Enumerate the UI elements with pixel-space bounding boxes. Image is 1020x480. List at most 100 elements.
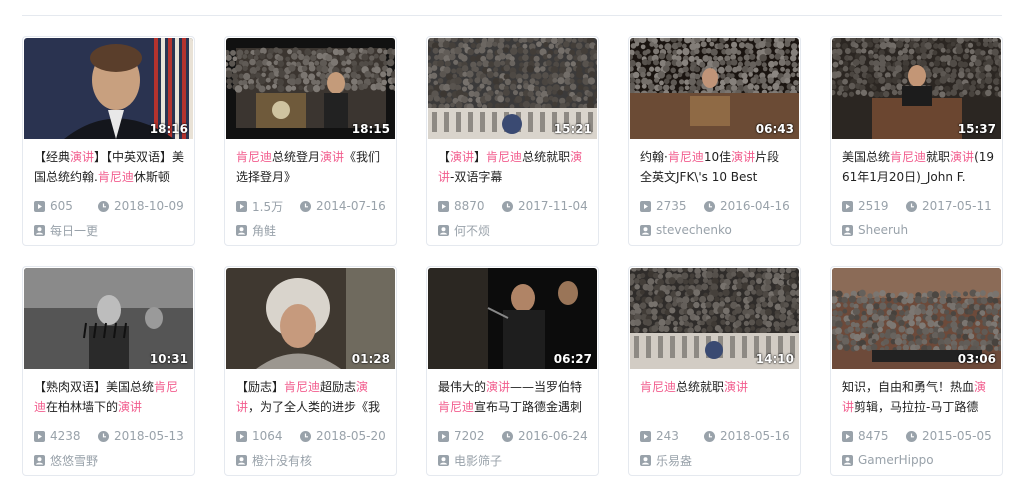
video-title[interactable]: 美国总统肯尼迪就职演讲(1961年1月20日)_John F. [842,147,994,187]
video-thumbnail[interactable]: 10:31 [24,268,193,369]
video-thumbnail[interactable]: 15:37 [832,38,1001,139]
uploader-name: 悠悠雪野 [50,453,99,468]
video-thumbnail[interactable]: 01:28 [226,268,395,369]
video-thumbnail[interactable]: 18:16 [24,38,193,139]
uploader[interactable]: 悠悠雪野 [34,452,186,468]
upload-date: 2017-05-11 [906,199,992,213]
keyword-highlight: 肯尼迪 [236,150,273,164]
uploader[interactable]: 乐易盎 [640,452,792,468]
video-card[interactable]: 15:37 美国总统肯尼迪就职演讲(1961年1月20日)_John F. 25… [830,36,1003,246]
play-count: 2519 [842,199,906,213]
video-card[interactable]: 06:27 最伟大的演讲——当罗伯特肯尼迪宣布马丁路德金遇刺 7202 2016… [426,266,599,476]
keyword-highlight: 演讲 [70,150,95,164]
play-count-icon [842,430,853,442]
title-text: 剪辑，马拉拉-马丁路德 [854,400,979,414]
play-count: 2735 [640,199,704,213]
play-count-value: 4238 [50,429,81,443]
clock-icon [502,430,513,442]
uploader[interactable]: 何不烦 [438,222,590,238]
clock-icon [704,200,715,212]
play-count-icon [438,200,449,212]
video-thumbnail[interactable]: 14:10 [630,268,799,369]
uploader-name: GamerHippo [858,453,934,467]
video-title[interactable]: 【励志】肯尼迪超励志演讲，为了全人类的进步《我 [236,377,388,417]
user-icon [438,224,449,236]
video-title[interactable]: 【经典演讲】【中英双语】美国总统约翰.肯尼迪休斯顿 [34,147,186,187]
video-duration: 18:15 [351,122,390,136]
video-title[interactable]: 【演讲】肯尼迪总统就职演讲-双语字幕 [438,147,590,187]
upload-date-value: 2015-05-05 [922,429,992,443]
uploader[interactable]: 电影筛子 [438,452,590,468]
title-text: 【励志】 [236,380,285,394]
video-thumbnail[interactable]: 06:43 [630,38,799,139]
play-count-icon [640,430,651,442]
video-title[interactable]: 【熟肉双语】美国总统肯尼迪在柏林墙下的演讲 [34,377,186,417]
play-count-value: 243 [656,429,679,443]
play-count: 605 [34,199,98,213]
video-title[interactable]: 知识，自由和勇气！热血演讲剪辑，马拉拉-马丁路德 [842,377,994,417]
play-count-value: 7202 [454,429,485,443]
play-count-icon [34,430,45,442]
keyword-highlight: 肯尼迪 [667,150,704,164]
video-card[interactable]: 14:10 肯尼迪总统就职演讲 243 2018-05-16 乐易盎 [628,266,801,476]
title-text: 宣布马丁路德金遇刺 [474,400,583,414]
upload-date: 2018-05-13 [98,429,184,443]
keyword-highlight: 肯尼迪 [438,400,475,414]
upload-date-value: 2018-05-13 [114,429,184,443]
title-text: 【 [438,150,451,164]
uploader[interactable]: stevechenko [640,222,792,238]
video-card[interactable]: 06:43 约翰·肯尼迪10佳演讲片段 全英文JFK\'s 10 Best 27… [628,36,801,246]
user-icon [842,224,853,236]
video-card[interactable]: 03:06 知识，自由和勇气！热血演讲剪辑，马拉拉-马丁路德 8475 2015… [830,266,1003,476]
video-card[interactable]: 18:16 【经典演讲】【中英双语】美国总统约翰.肯尼迪休斯顿 605 2018… [22,36,195,246]
play-count-value: 8870 [454,199,485,213]
uploader-name: stevechenko [656,223,732,237]
user-icon [34,224,45,236]
upload-date-value: 2016-06-24 [518,429,588,443]
video-card[interactable]: 18:15 肯尼迪总统登月演讲《我们选择登月》 1.5万 2014-07-16 [224,36,397,246]
keyword-highlight: 演讲 [450,150,475,164]
video-card[interactable]: 10:31 【熟肉双语】美国总统肯尼迪在柏林墙下的演讲 4238 2018-05… [22,266,195,476]
video-title[interactable]: 最伟大的演讲——当罗伯特肯尼迪宣布马丁路德金遇刺 [438,377,590,417]
upload-date-value: 2018-05-20 [316,429,386,443]
video-duration: 01:28 [351,352,390,366]
video-card[interactable]: 01:28 【励志】肯尼迪超励志演讲，为了全人类的进步《我 1064 2018-… [224,266,397,476]
video-title[interactable]: 肯尼迪总统登月演讲《我们选择登月》 [236,147,388,187]
user-icon [34,454,45,466]
title-text: 知识，自由和勇气！热血 [842,380,975,394]
keyword-highlight: 演讲 [486,380,511,394]
uploader-name: 每日一更 [50,223,99,238]
title-text: ——当罗伯特 [510,380,583,394]
play-count-value: 605 [50,199,73,213]
uploader[interactable]: 橙汁没有核 [236,452,388,468]
play-count: 8870 [438,199,502,213]
play-count: 1.5万 [236,198,300,215]
video-title[interactable]: 肯尼迪总统就职演讲 [640,377,792,417]
video-grid: 18:16 【经典演讲】【中英双语】美国总统约翰.肯尼迪休斯顿 605 2018… [22,36,1003,476]
video-duration: 15:21 [553,122,592,136]
video-title[interactable]: 约翰·肯尼迪10佳演讲片段 全英文JFK\'s 10 Best [640,147,792,187]
title-text: 【熟肉双语】美国总统 [34,380,155,394]
video-stats: 2735 2016-04-16 [640,198,792,214]
video-stats: 605 2018-10-09 [34,198,186,214]
video-card[interactable]: 15:21 【演讲】肯尼迪总统就职演讲-双语字幕 8870 2017-11-04 [426,36,599,246]
video-thumbnail[interactable]: 06:27 [428,268,597,369]
play-count-value: 8475 [858,429,889,443]
uploader[interactable]: Sheeruh [842,222,994,238]
video-thumbnail[interactable]: 03:06 [832,268,1001,369]
upload-date-value: 2017-05-11 [922,199,992,213]
user-icon [640,224,651,236]
title-text: 休斯顿 [133,170,170,184]
play-count: 8475 [842,429,906,443]
video-stats: 7202 2016-06-24 [438,428,590,444]
clock-icon [98,200,109,212]
video-thumbnail[interactable]: 18:15 [226,38,395,139]
uploader[interactable]: GamerHippo [842,452,994,468]
play-count-value: 1064 [252,429,283,443]
video-thumbnail[interactable]: 15:21 [428,38,597,139]
keyword-highlight: 肯尼迪 [486,150,523,164]
play-count-value: 2735 [656,199,687,213]
uploader[interactable]: 角鲑 [236,222,388,238]
uploader[interactable]: 每日一更 [34,222,186,238]
clock-icon [502,200,513,212]
